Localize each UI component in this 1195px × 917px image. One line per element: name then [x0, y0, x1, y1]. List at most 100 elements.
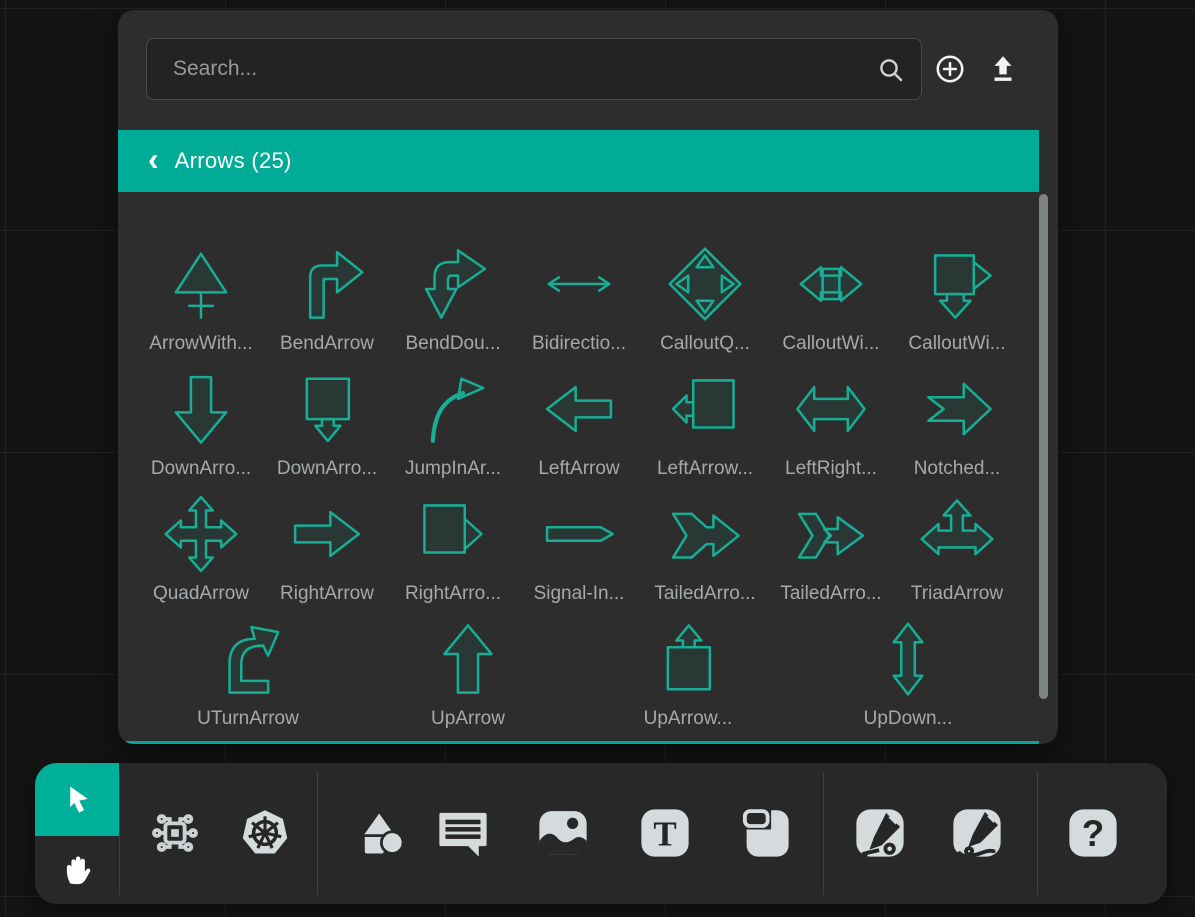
bend-double-arrow-icon	[411, 242, 495, 326]
add-shape-button[interactable]	[929, 48, 971, 90]
shape-label: CalloutQ...	[660, 333, 750, 359]
shape-preview	[285, 484, 369, 583]
shape-preview	[789, 359, 873, 458]
shape-label: CalloutWi...	[908, 333, 1005, 359]
shape-item[interactable]: JumpInAr...	[390, 359, 516, 484]
shape-preview	[537, 234, 621, 333]
plus-circle-icon	[933, 52, 967, 86]
u-turn-arrow-icon	[206, 617, 290, 701]
shape-item[interactable]: TailedArro...	[768, 484, 894, 609]
left-arrow-callout-icon	[663, 367, 747, 451]
circuit-icon	[147, 805, 203, 861]
shape-row: DownArro... DownArro... JumpInAr... LeftArr…	[118, 359, 1058, 484]
select-tool-button[interactable]	[35, 763, 119, 836]
category-header[interactable]: ‹ Arrows (25)	[118, 130, 1039, 192]
shape-item[interactable]: Signal-In...	[516, 484, 642, 609]
scrollbar-thumb[interactable]	[1039, 194, 1048, 699]
shapes-icon	[352, 805, 408, 861]
shape-label: BendArrow	[280, 333, 374, 359]
shape-item[interactable]: Notched...	[894, 359, 1020, 484]
shape-row: UTurnArrowUpArrowUpArrow...UpDown...	[118, 609, 1058, 734]
shape-item[interactable]: UpDown...	[798, 609, 1018, 734]
shape-label: BendDou...	[405, 333, 500, 359]
shape-preview	[159, 234, 243, 333]
toolbar-divider	[119, 772, 120, 895]
tailed-arrow-chevron-icon	[789, 492, 873, 576]
shape-item[interactable]: LeftArrow...	[642, 359, 768, 484]
shape-item[interactable]: LeftRight...	[768, 359, 894, 484]
toolbar-divider	[317, 772, 318, 895]
shape-label: TailedArro...	[780, 583, 881, 609]
shape-item[interactable]: RightArro...	[390, 484, 516, 609]
comment-button[interactable]	[435, 805, 491, 861]
quad-arrow-icon	[159, 492, 243, 576]
connector-pen-button[interactable]	[852, 805, 908, 861]
shape-row: QuadArrow RightArrow RightArro... Signal-In…	[118, 484, 1058, 609]
shape-label: JumpInAr...	[405, 458, 501, 484]
shape-label: TriadArrow	[911, 583, 1003, 609]
kubernetes-shapes-button[interactable]	[237, 805, 293, 861]
shape-item[interactable]: LeftArrow	[516, 359, 642, 484]
shape-item[interactable]: TriadArrow	[894, 484, 1020, 609]
shape-preview	[789, 484, 873, 583]
shape-item[interactable]: RightArrow	[264, 484, 390, 609]
callout-left-right-arrow-icon	[789, 242, 873, 326]
shape-item[interactable]: BendDou...	[390, 234, 516, 359]
shape-item[interactable]: DownArro...	[138, 359, 264, 484]
shape-label: LeftArrow	[538, 458, 619, 484]
help-button[interactable]: ?	[1065, 805, 1121, 861]
svg-text:?: ?	[1082, 813, 1104, 854]
shape-label: QuadArrow	[153, 583, 249, 609]
canvas[interactable]: ‹ Arrows (25) ArrowWith... BendArrow BendD…	[0, 0, 1195, 917]
shape-preview	[411, 359, 495, 458]
toolbar: T	[35, 763, 1167, 904]
shape-item[interactable]: UpArrow	[358, 609, 578, 734]
back-chevron-icon[interactable]: ‹	[148, 143, 159, 175]
right-arrow-icon	[285, 492, 369, 576]
left-arrow-icon	[537, 367, 621, 451]
shape-item[interactable]: CalloutWi...	[768, 234, 894, 359]
circuit-shapes-button[interactable]	[147, 805, 203, 861]
shape-item[interactable]: CalloutWi...	[894, 234, 1020, 359]
shape-item[interactable]: QuadArrow	[138, 484, 264, 609]
note-button[interactable]	[737, 805, 793, 861]
search-icon	[875, 54, 907, 86]
shape-item[interactable]: BendArrow	[264, 234, 390, 359]
connector-pen-icon	[852, 805, 908, 861]
shape-row: ArrowWith... BendArrow BendDou... Bidirecti…	[118, 234, 1058, 359]
shape-item[interactable]: DownArro...	[264, 359, 390, 484]
shape-item[interactable]: CalloutQ...	[642, 234, 768, 359]
shape-label: TailedArro...	[654, 583, 755, 609]
callout-quad-arrow-icon	[663, 242, 747, 326]
shape-item[interactable]: UTurnArrow	[138, 609, 358, 734]
shape-preview	[285, 359, 369, 458]
basic-shapes-button[interactable]	[352, 805, 408, 861]
arrow-with-tail-icon	[159, 242, 243, 326]
toolbar-divider	[1037, 772, 1038, 895]
image-button[interactable]	[535, 805, 591, 861]
shape-label: LeftArrow...	[657, 458, 753, 484]
down-arrow-callout-icon	[285, 367, 369, 451]
shape-label: DownArro...	[151, 458, 251, 484]
shape-item[interactable]: TailedArro...	[642, 484, 768, 609]
freehand-pen-button[interactable]	[949, 805, 1005, 861]
shape-label: Notched...	[914, 458, 1001, 484]
shape-item[interactable]: UpArrow...	[578, 609, 798, 734]
pan-tool-button[interactable]	[35, 836, 119, 904]
upload-button[interactable]	[982, 48, 1024, 90]
shape-label: RightArrow	[280, 583, 374, 609]
shape-preview	[915, 359, 999, 458]
up-down-arrow-icon	[866, 617, 950, 701]
shape-grid: ArrowWith... BendArrow BendDou... Bidirecti…	[118, 192, 1058, 744]
shape-item[interactable]: ArrowWith...	[138, 234, 264, 359]
notched-right-arrow-icon	[915, 367, 999, 451]
note-icon	[737, 805, 793, 861]
shape-preview	[206, 609, 290, 708]
down-arrow-icon	[159, 367, 243, 451]
shape-label: Signal-In...	[534, 583, 625, 609]
shape-item[interactable]: Bidirectio...	[516, 234, 642, 359]
search-input[interactable]	[171, 56, 869, 82]
text-button[interactable]: T	[637, 805, 693, 861]
right-arrow-callout-icon	[411, 492, 495, 576]
callout-right-down-arrow-icon	[915, 242, 999, 326]
